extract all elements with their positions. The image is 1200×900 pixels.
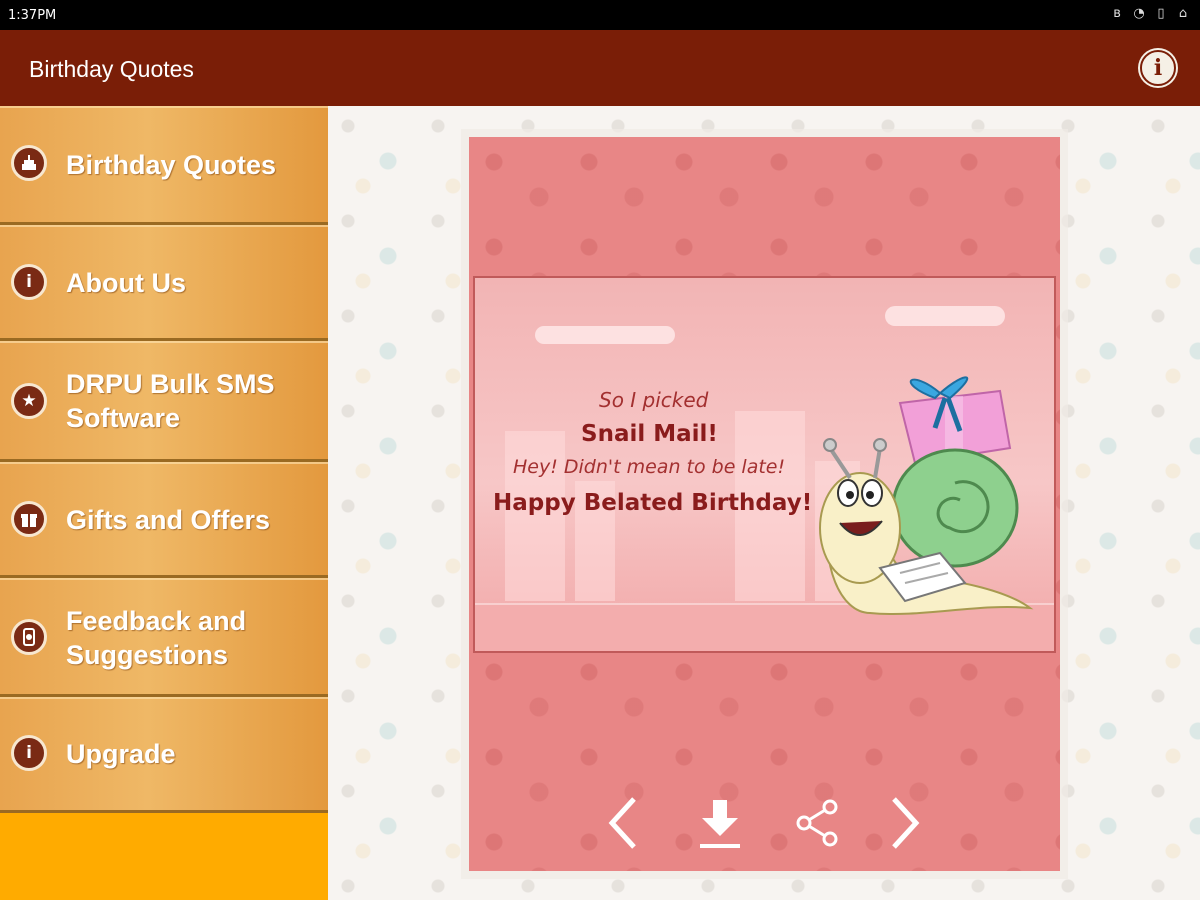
previous-icon <box>608 797 636 849</box>
info-icon: i <box>11 264 47 300</box>
drawer-item-label: About Us <box>66 268 186 298</box>
cloud <box>535 326 675 344</box>
drawer-item-birthday-quotes[interactable]: Birthday Quotes <box>0 106 328 225</box>
snail-shell <box>891 448 1019 568</box>
drawer-item-label: Gifts and Offers <box>66 505 271 535</box>
main-content: So I picked Snail Mail! Hey! Didn't mean… <box>328 106 1200 900</box>
drawer-item-label: Feedback and Suggestions <box>66 606 247 670</box>
drawer-item-label: Upgrade <box>66 739 176 769</box>
share-button[interactable] <box>787 793 847 853</box>
next-button[interactable] <box>875 793 935 853</box>
next-icon <box>892 797 920 849</box>
share-icon <box>796 799 838 847</box>
snail-illustration <box>819 376 1034 616</box>
cloud <box>885 306 1005 326</box>
drawer-item-gifts-offers[interactable]: Gifts and Offers <box>0 462 328 578</box>
greeting-line-4: Happy Belated Birthday! <box>493 490 813 516</box>
cake-icon <box>11 145 47 181</box>
info-icon: i <box>1153 55 1163 81</box>
greeting-line-1: So I picked <box>599 388 709 412</box>
gift-icon <box>11 501 47 537</box>
drawer-item-feedback[interactable]: Feedback and Suggestions <box>0 578 328 697</box>
drawer-item-about-us[interactable]: i About Us <box>0 225 328 341</box>
quote-card[interactable]: So I picked Snail Mail! Hey! Didn't mean… <box>469 137 1060 871</box>
navigation-drawer: Birthday Quotes i About Us ★ DRPU Bulk S… <box>0 106 328 900</box>
drawer-item-label: Birthday Quotes <box>66 150 277 180</box>
lock-icon: ⌂ <box>1178 6 1188 21</box>
info-icon: i <box>11 735 47 771</box>
status-time: 1:37PM <box>8 8 57 23</box>
greeting-line-3: Hey! Didn't mean to be late! <box>513 456 786 478</box>
bluetooth-icon: ʙ <box>1113 6 1121 21</box>
download-icon <box>700 800 740 848</box>
drawer-item-drpu-bulk-sms[interactable]: ★ DRPU Bulk SMS Software <box>0 341 328 462</box>
status-bar: 1:37PM ʙ ◔ ▯ ⌂ <box>0 0 1200 30</box>
drawer-item-upgrade[interactable]: i Upgrade <box>0 697 328 813</box>
status-icons: ʙ ◔ ▯ ⌂ <box>1110 6 1190 22</box>
feedback-icon <box>11 619 47 655</box>
download-button[interactable] <box>690 793 750 853</box>
battery-icon: ▯ <box>1157 6 1165 21</box>
app-bar: Birthday Quotes i <box>0 30 1200 106</box>
app-title: Birthday Quotes <box>29 56 194 82</box>
drawer-item-label: DRPU Bulk SMS Software <box>66 369 275 433</box>
greeting-line-2: Snail Mail! <box>581 421 718 447</box>
previous-button[interactable] <box>593 793 653 853</box>
alarm-icon: ◔ <box>1133 6 1145 21</box>
star-icon: ★ <box>11 383 47 419</box>
greeting-image: So I picked Snail Mail! Hey! Didn't mean… <box>473 276 1056 653</box>
info-button[interactable]: i <box>1140 50 1176 86</box>
